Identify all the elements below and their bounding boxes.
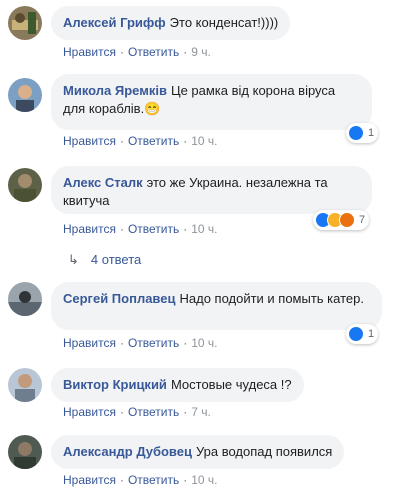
- reply-button[interactable]: Ответить: [128, 222, 179, 236]
- comment-bubble: Алекс Сталк это же Украина. незалежна та …: [51, 166, 372, 214]
- comment-time[interactable]: 7 ч.: [191, 405, 211, 419]
- comment-actions: Нравится · Ответить · 10 ч.: [63, 473, 218, 487]
- view-replies-link[interactable]: ↳ 4 ответа: [68, 252, 141, 268]
- comment-time[interactable]: 9 ч.: [191, 45, 211, 59]
- comment-time[interactable]: 10 ч.: [191, 473, 217, 487]
- comment-text: Это конденсат!)))): [169, 15, 279, 30]
- comment-time[interactable]: 10 ч.: [191, 222, 217, 236]
- separator: ·: [183, 222, 188, 236]
- separator: ·: [183, 45, 188, 59]
- comment-actions: Нравится · Ответить · 10 ч.: [63, 336, 218, 350]
- reply-button[interactable]: Ответить: [128, 45, 179, 59]
- comment-bubble: Сергей Поплавец Надо подойти и помыть кат…: [51, 282, 382, 330]
- like-button[interactable]: Нравится: [63, 45, 116, 59]
- separator: ·: [119, 222, 124, 236]
- separator: ·: [183, 473, 188, 487]
- reply-button[interactable]: Ответить: [128, 134, 179, 148]
- reactions-summary[interactable]: 7: [313, 210, 370, 230]
- comment-actions: Нравится · Ответить · 9 ч.: [63, 45, 211, 59]
- replies-label: 4 ответа: [90, 252, 142, 267]
- comment-author[interactable]: Сергей Поплавец: [63, 291, 175, 306]
- comment-text: Мостовые чудеса !?: [170, 377, 292, 392]
- comment-author[interactable]: Микола Яремків: [63, 83, 167, 98]
- comment-actions: Нравится · Ответить · 7 ч.: [63, 405, 211, 419]
- avatar[interactable]: [8, 6, 42, 40]
- like-button[interactable]: Нравится: [63, 473, 116, 487]
- like-button[interactable]: Нравится: [63, 336, 116, 350]
- separator: ·: [119, 134, 124, 148]
- reply-button[interactable]: Ответить: [128, 473, 179, 487]
- like-button[interactable]: Нравится: [63, 405, 116, 419]
- separator: ·: [183, 336, 188, 350]
- like-button[interactable]: Нравится: [63, 222, 116, 236]
- avatar[interactable]: [8, 435, 42, 469]
- reactions-summary[interactable]: 1: [346, 324, 379, 344]
- separator: ·: [119, 45, 124, 59]
- like-button[interactable]: Нравится: [63, 134, 116, 148]
- comment-text: Надо подойти и помыть катер.: [179, 291, 364, 306]
- comment-author[interactable]: Александр Дубовец: [63, 444, 192, 459]
- separator: ·: [119, 473, 124, 487]
- angry-reaction-icon: [339, 212, 355, 228]
- comment-text: Ура водопад появился: [195, 444, 333, 459]
- reaction-count: 1: [368, 127, 375, 139]
- separator: ·: [119, 405, 124, 419]
- avatar[interactable]: [8, 368, 42, 402]
- comment-author[interactable]: Алекс Сталк: [63, 175, 143, 190]
- reaction-count: 7: [359, 214, 366, 226]
- comment-author[interactable]: Алексей Грифф: [63, 15, 166, 30]
- separator: ·: [183, 134, 188, 148]
- reply-button[interactable]: Ответить: [128, 336, 179, 350]
- avatar[interactable]: [8, 78, 42, 112]
- separator: ·: [119, 336, 124, 350]
- comment-time[interactable]: 10 ч.: [191, 336, 217, 350]
- comment-actions: Нравится · Ответить · 10 ч.: [63, 134, 218, 148]
- comment-bubble: Алексей Грифф Это конденсат!)))): [51, 6, 291, 40]
- separator: ·: [183, 405, 188, 419]
- comment-author[interactable]: Виктор Крицкий: [63, 377, 167, 392]
- comment-actions: Нравится · Ответить · 10 ч.: [63, 222, 218, 236]
- like-reaction-icon: [348, 125, 364, 141]
- avatar[interactable]: [8, 168, 42, 202]
- reactions-summary[interactable]: 1: [346, 123, 379, 143]
- comment-bubble: Микола Яремків Це рамка від корона віруса…: [51, 74, 372, 130]
- comment-bubble: Виктор Крицкий Мостовые чудеса !?: [51, 368, 304, 402]
- comment-bubble: Александр Дубовец Ура водопад появился: [51, 435, 345, 469]
- comment-time[interactable]: 10 ч.: [191, 134, 217, 148]
- reaction-count: 1: [368, 328, 375, 340]
- reply-button[interactable]: Ответить: [128, 405, 179, 419]
- avatar[interactable]: [8, 282, 42, 316]
- reply-arrow-icon: ↳: [68, 252, 79, 267]
- like-reaction-icon: [348, 326, 364, 342]
